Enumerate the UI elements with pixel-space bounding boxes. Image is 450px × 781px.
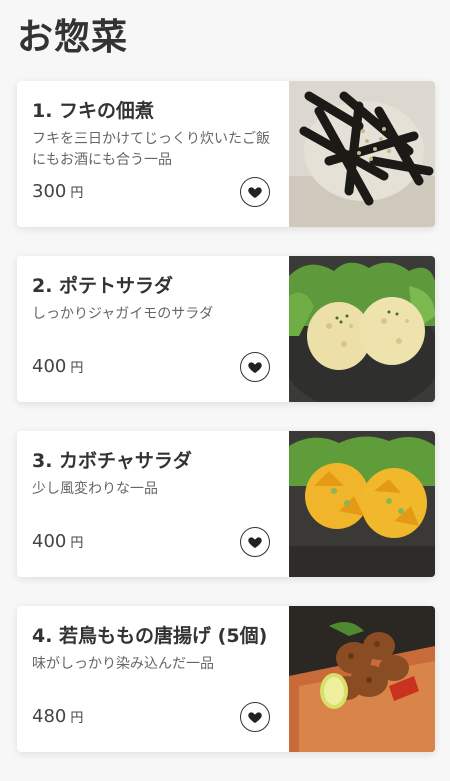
- dish-photo-potato-salad: [289, 256, 435, 402]
- menu-card-karaage[interactable]: 4. 若鳥ももの唐揚げ (5個) 味がしっかり染み込んだ一品 480 円: [17, 606, 435, 752]
- price-value: 300: [32, 181, 67, 202]
- menu-card-pumpkin-salad[interactable]: 3. カボチャサラダ 少し風変わりな一品 400 円: [17, 431, 435, 577]
- card-body: 2. ポテトサラダ しっかりジャガイモのサラダ 400 円: [17, 256, 289, 402]
- card-body: 4. 若鳥ももの唐揚げ (5個) 味がしっかり染み込んだ一品 480 円: [17, 606, 289, 752]
- dish-name: 2. ポテトサラダ: [32, 275, 174, 297]
- dish-name: 1. フキの佃煮: [32, 100, 155, 122]
- dish-price: 480 円: [32, 706, 83, 727]
- menu-card-potato-salad[interactable]: 2. ポテトサラダ しっかりジャガイモのサラダ 400 円: [17, 256, 435, 402]
- heart-icon: [248, 187, 262, 198]
- card-body: 3. カボチャサラダ 少し風変わりな一品 400 円: [17, 431, 289, 577]
- currency-label: 円: [70, 361, 84, 376]
- favorite-button[interactable]: [240, 352, 270, 382]
- currency-label: 円: [70, 536, 84, 551]
- dish-description: 少し風変わりな一品: [32, 481, 158, 497]
- menu-card-fuki[interactable]: 1. フキの佃煮 フキを三日かけてじっくり炊いたご飯にもお酒にも合う一品 300…: [17, 81, 435, 227]
- dish-name: 4. 若鳥ももの唐揚げ (5個): [32, 625, 268, 647]
- dish-photo-fuki: [289, 81, 435, 227]
- dish-name: 3. カボチャサラダ: [32, 450, 192, 472]
- dish-photo-karaage: [289, 606, 435, 752]
- price-value: 480: [32, 706, 67, 727]
- card-body: 1. フキの佃煮 フキを三日かけてじっくり炊いたご飯にもお酒にも合う一品 300…: [17, 81, 289, 227]
- price-value: 400: [32, 531, 67, 552]
- dish-price: 400 円: [32, 356, 83, 377]
- menu-list: 1. フキの佃煮 フキを三日かけてじっくり炊いたご飯にもお酒にも合う一品 300…: [17, 81, 435, 781]
- currency-label: 円: [70, 186, 84, 201]
- heart-icon: [248, 362, 262, 373]
- price-value: 400: [32, 356, 67, 377]
- currency-label: 円: [70, 711, 84, 726]
- favorite-button[interactable]: [240, 702, 270, 732]
- dish-description: しっかりジャガイモのサラダ: [32, 306, 214, 322]
- dish-description: 味がしっかり染み込んだ一品: [32, 656, 214, 672]
- favorite-button[interactable]: [240, 527, 270, 557]
- dish-description: フキを三日かけてじっくり炊いたご飯にもお酒にも合う一品: [32, 131, 270, 168]
- heart-icon: [248, 712, 262, 723]
- dish-price: 400 円: [32, 531, 83, 552]
- dish-price: 300 円: [32, 181, 83, 202]
- dish-photo-pumpkin-salad: [289, 431, 435, 577]
- favorite-button[interactable]: [240, 177, 270, 207]
- heart-icon: [248, 537, 262, 548]
- page-title: お惣菜: [17, 17, 129, 58]
